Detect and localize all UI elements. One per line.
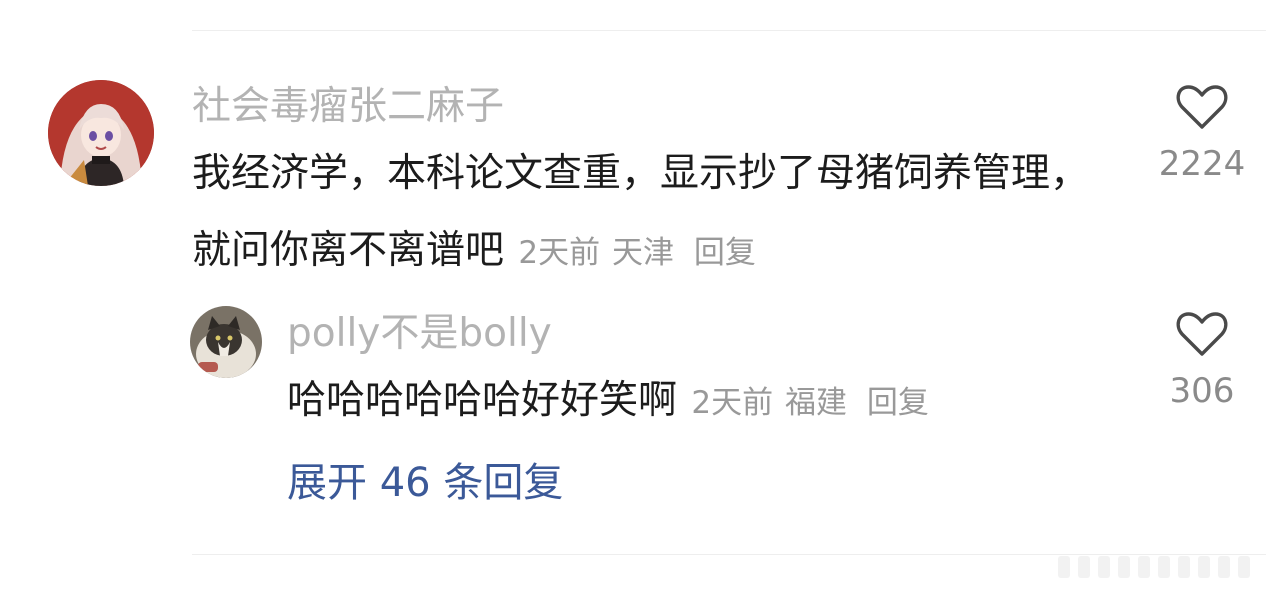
watermark-bar: [1178, 556, 1190, 578]
reply-like-button[interactable]: 306: [1152, 311, 1252, 411]
watermark-bar: [1058, 556, 1070, 578]
reply-like-count: 306: [1169, 371, 1235, 411]
reply-content: 哈哈哈哈哈哈好好笑啊 2天前 福建 回复: [287, 362, 929, 442]
reply-time: 2天前: [691, 385, 774, 421]
watermark-bar: [1118, 556, 1130, 578]
cat-avatar-icon: [190, 306, 262, 378]
comment-time: 2天前: [518, 235, 601, 271]
reply-location: 福建: [785, 385, 848, 421]
anime-girl-avatar-icon: [48, 80, 154, 186]
heart-outline-icon: [1176, 85, 1228, 129]
bottom-divider: [192, 554, 1266, 555]
comment-content: 我经济学，本科论文查重，显示抄了母猪饲养管理，就问你离不离谱吧 2天前 天津 回…: [192, 135, 1092, 292]
top-divider: [192, 30, 1266, 31]
comment-like-button[interactable]: 2224: [1152, 84, 1252, 184]
heart-outline-icon: [1176, 312, 1228, 356]
user-avatar[interactable]: [48, 80, 154, 186]
expand-replies-link[interactable]: 展开 46 条回复: [287, 458, 563, 508]
reply-meta: 2天前 福建 回复: [689, 385, 928, 421]
watermark-bars: [1058, 556, 1276, 578]
watermark-bar: [1218, 556, 1230, 578]
comment-like-count: 2224: [1158, 144, 1246, 184]
reply-text: 哈哈哈哈哈哈好好笑啊: [287, 378, 678, 423]
watermark-bar: [1238, 556, 1250, 578]
comment-location: 天津: [612, 235, 675, 271]
reply-username[interactable]: polly不是bolly: [287, 311, 552, 357]
comment-thread: 社会毒瘤张二麻子 我经济学，本科论文查重，显示抄了母猪饲养管理，就问你离不离谱吧…: [0, 0, 1280, 593]
reply-reply-button[interactable]: 回复: [867, 385, 929, 421]
watermark-bar: [1098, 556, 1110, 578]
watermark-bar: [1158, 556, 1170, 578]
watermark-bar: [1138, 556, 1150, 578]
reply-user-avatar[interactable]: [190, 306, 262, 378]
comment-meta: 2天前 天津 回复: [516, 235, 755, 271]
comment-username[interactable]: 社会毒瘤张二麻子: [192, 84, 504, 130]
watermark-bar: [1198, 556, 1210, 578]
watermark-bar: [1078, 556, 1090, 578]
comment-reply-button[interactable]: 回复: [694, 235, 756, 271]
